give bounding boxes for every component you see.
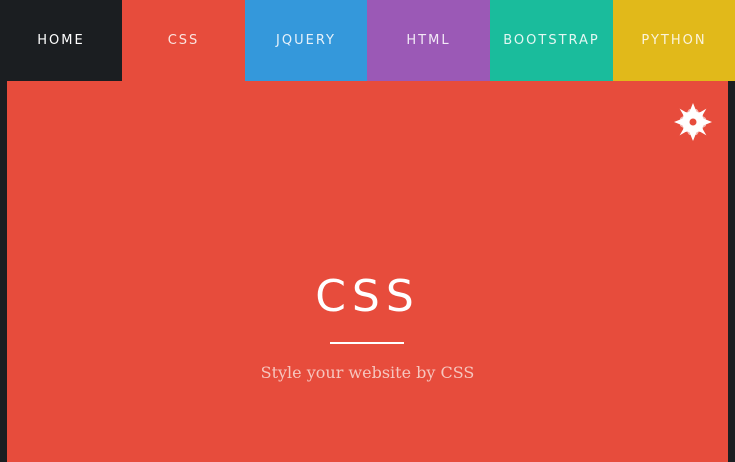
hero-divider <box>330 342 404 344</box>
nav-item-bootstrap[interactable]: BOOTSTRAP <box>490 0 613 81</box>
nav-item-label: BOOTSTRAP <box>503 33 600 48</box>
hero-subtitle: Style your website by CSS <box>260 363 475 382</box>
nav-item-label: JQUERY <box>276 33 336 48</box>
gear-icon[interactable] <box>670 99 716 145</box>
nav-item-label: HOME <box>37 33 85 48</box>
css-content-panel: CSS Style your website by CSS <box>7 81 728 462</box>
nav-item-jquery[interactable]: JQUERY <box>245 0 367 81</box>
nav-item-label: CSS <box>167 33 200 48</box>
nav-item-html[interactable]: HTML <box>367 0 490 81</box>
nav-item-home[interactable]: HOME <box>0 0 122 81</box>
nav-item-css[interactable]: CSS <box>122 0 245 81</box>
hero-title: CSS <box>315 271 420 322</box>
nav-item-label: HTML <box>406 33 451 48</box>
top-nav: HOME CSS JQUERY HTML BOOTSTRAP PYTHON <box>0 0 735 81</box>
nav-item-python[interactable]: PYTHON <box>613 0 735 81</box>
nav-item-label: PYTHON <box>641 33 707 48</box>
